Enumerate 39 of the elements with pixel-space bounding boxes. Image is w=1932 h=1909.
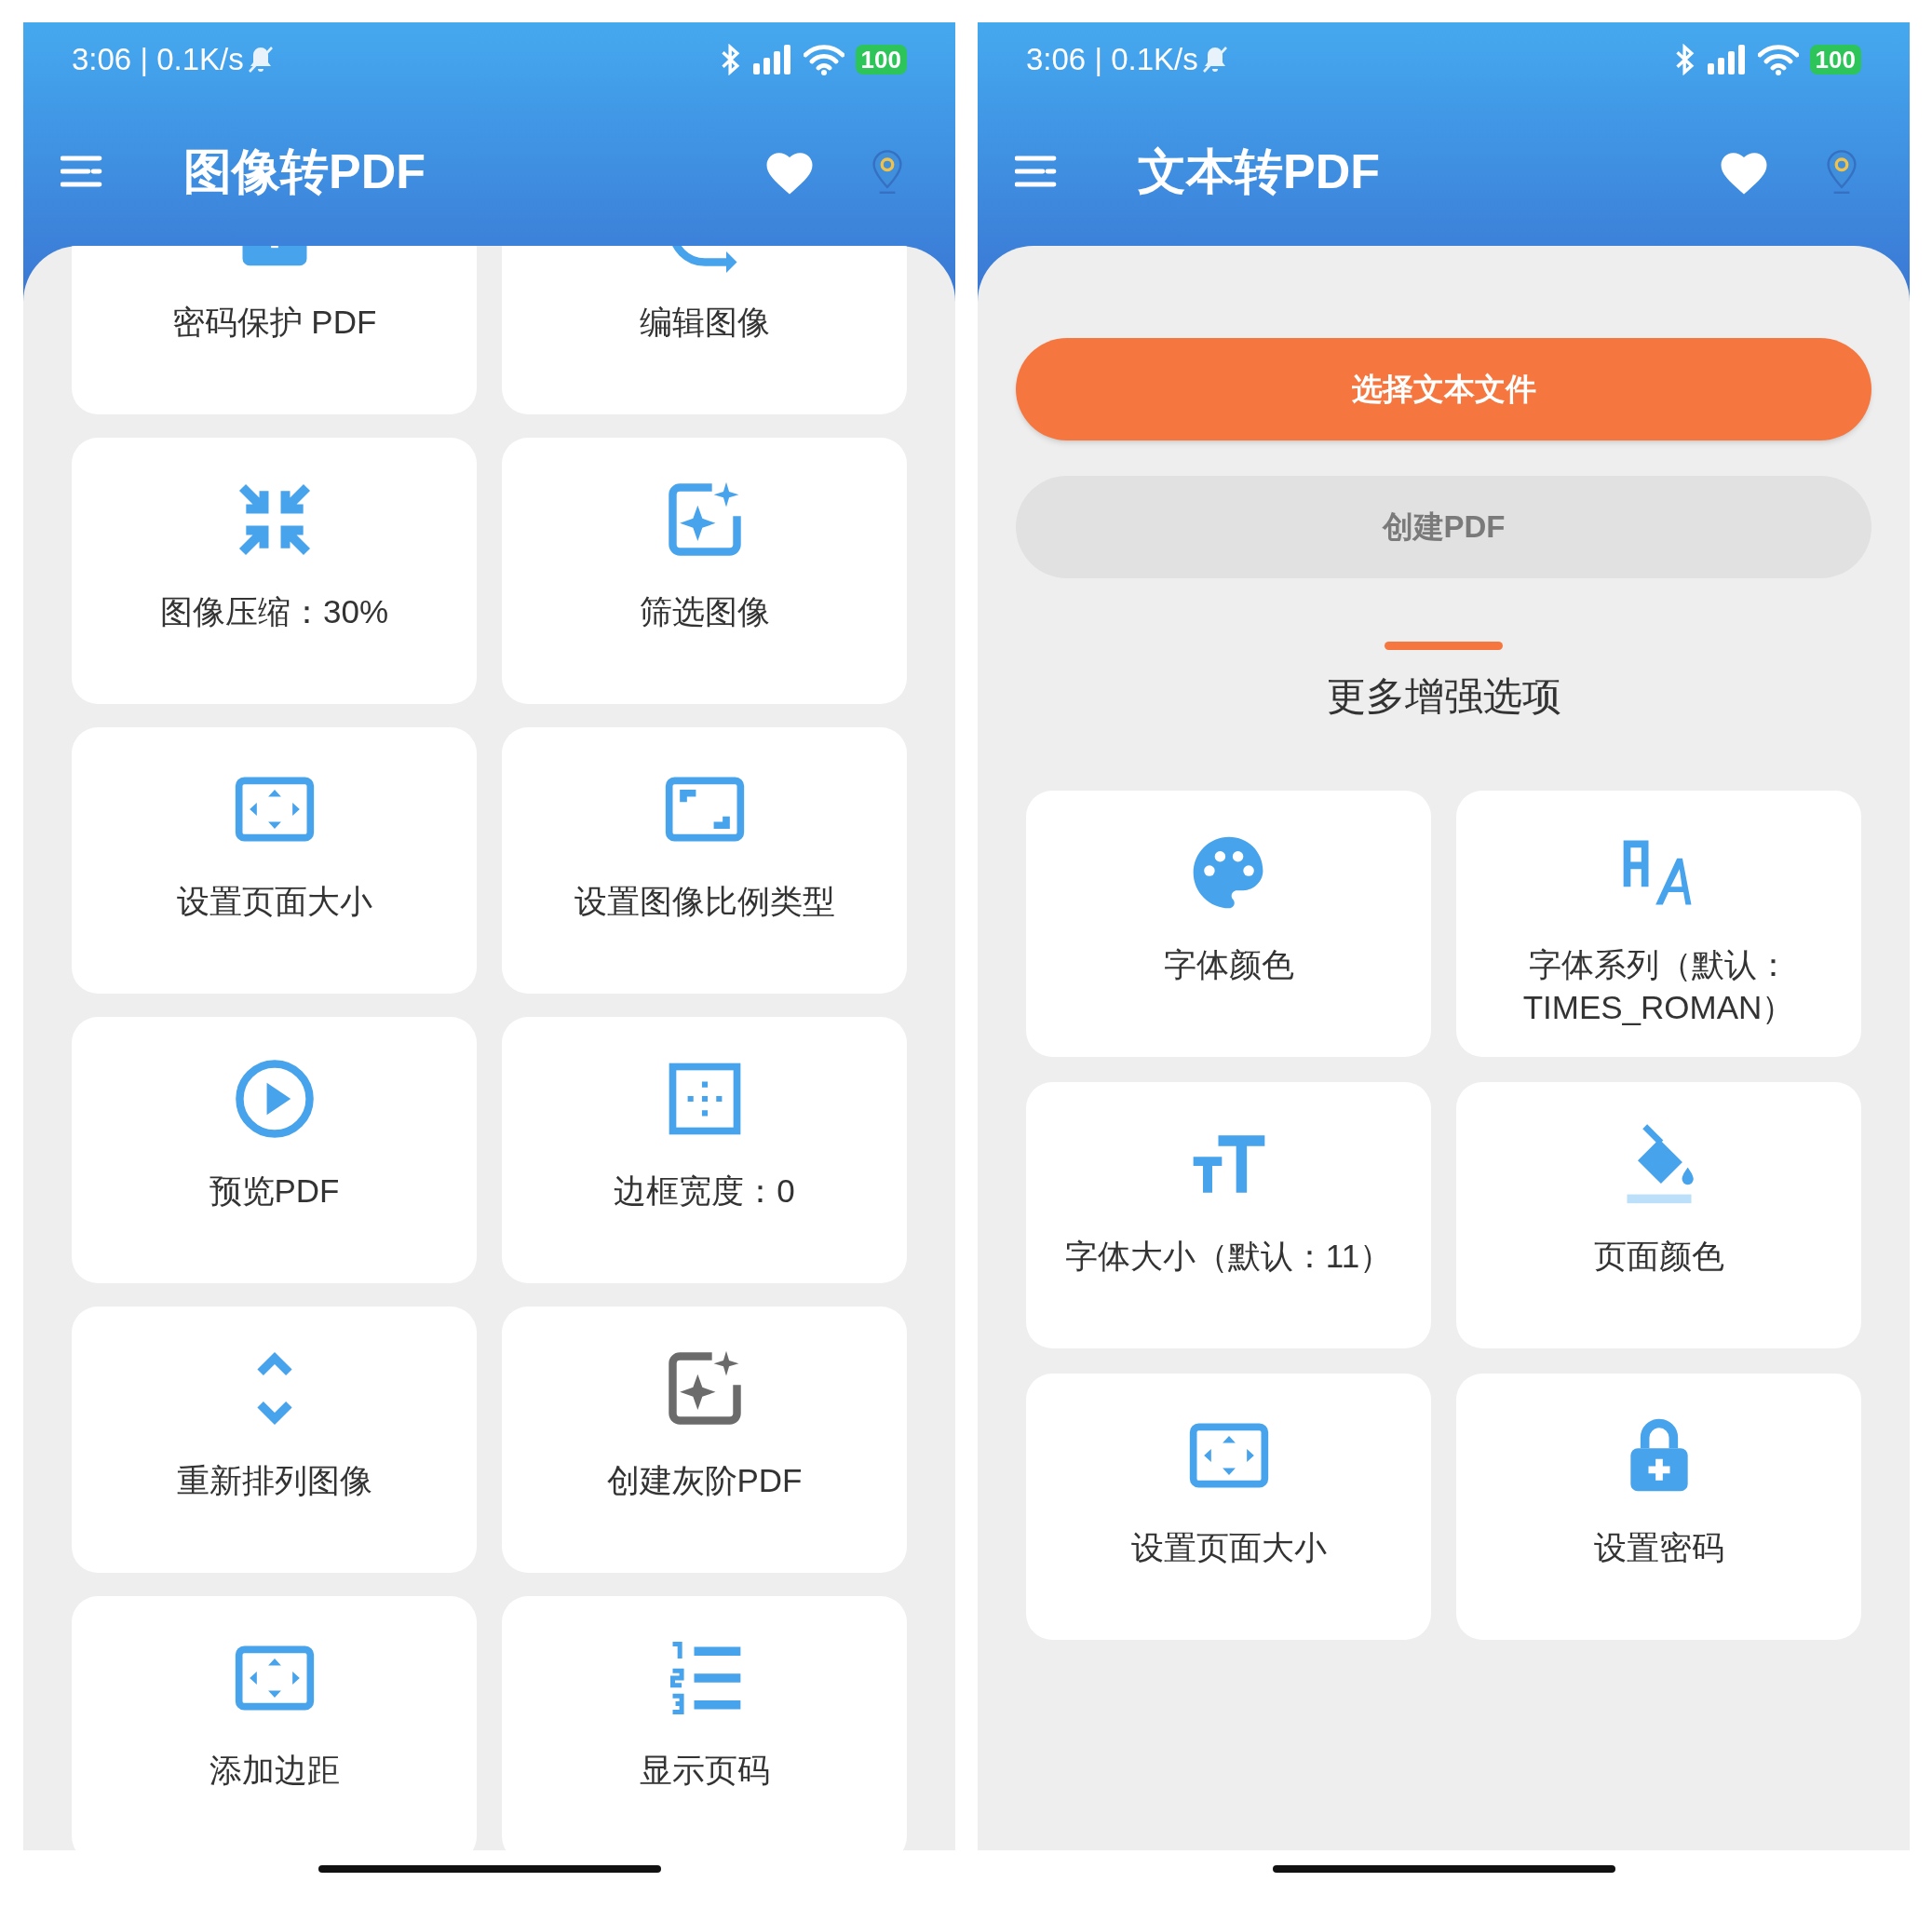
option-card[interactable]: 编辑图像	[502, 246, 907, 414]
option-card[interactable]: 筛选图像	[502, 438, 907, 704]
option-card[interactable]: 图像压缩：30%	[72, 438, 477, 704]
app-title: 图像转PDF	[183, 143, 426, 200]
bluetooth-icon	[1673, 44, 1696, 75]
wifi-icon	[1757, 44, 1799, 75]
option-card[interactable]: 添加边距	[72, 1596, 477, 1850]
battery-badge: 100	[1809, 45, 1861, 74]
bluetooth-icon	[719, 44, 742, 75]
option-card[interactable]: 设置密码	[1456, 1374, 1861, 1640]
home-indicator[interactable]	[317, 1865, 661, 1873]
option-card[interactable]: 预览PDF	[72, 1017, 477, 1283]
option-card[interactable]: 密码保护 PDF	[72, 246, 477, 414]
bell-muted-icon	[1201, 46, 1228, 74]
option-card[interactable]: 设置图像比例类型	[502, 727, 907, 994]
option-card[interactable]: 设置页面大小	[1026, 1374, 1431, 1640]
option-card[interactable]: 字体颜色	[1026, 791, 1431, 1057]
signal-icon	[1707, 45, 1745, 74]
location-pin-icon	[871, 149, 903, 194]
menu-icon	[1015, 155, 1058, 188]
section-title: 更多增强选项	[1326, 673, 1561, 720]
signal-icon	[752, 45, 790, 74]
app-title: 文本转PDF	[1138, 143, 1380, 200]
menu-icon	[61, 155, 103, 188]
option-card[interactable]: 显示页码	[502, 1596, 907, 1850]
option-card[interactable]: 设置页面大小	[72, 727, 477, 994]
option-card[interactable]: 字体大小（默认：11）	[1026, 1082, 1431, 1348]
status-time: 3:06 | 0.1K/s	[1026, 41, 1198, 79]
location-pin-icon	[1826, 149, 1858, 194]
wifi-icon	[803, 44, 844, 75]
home-indicator[interactable]	[1272, 1865, 1615, 1873]
status-time: 3:06 | 0.1K/s	[72, 41, 244, 79]
battery-badge: 100	[855, 45, 907, 74]
option-card[interactable]: 页面颜色	[1456, 1082, 1861, 1348]
bell-muted-icon	[247, 46, 274, 74]
option-card[interactable]: 重新排列图像	[72, 1307, 477, 1573]
option-card[interactable]: 创建灰阶PDF	[502, 1307, 907, 1573]
option-card[interactable]: 字体系列（默认：TIMES_ROMAN）	[1456, 791, 1861, 1057]
option-card[interactable]: 边框宽度：0	[502, 1017, 907, 1283]
